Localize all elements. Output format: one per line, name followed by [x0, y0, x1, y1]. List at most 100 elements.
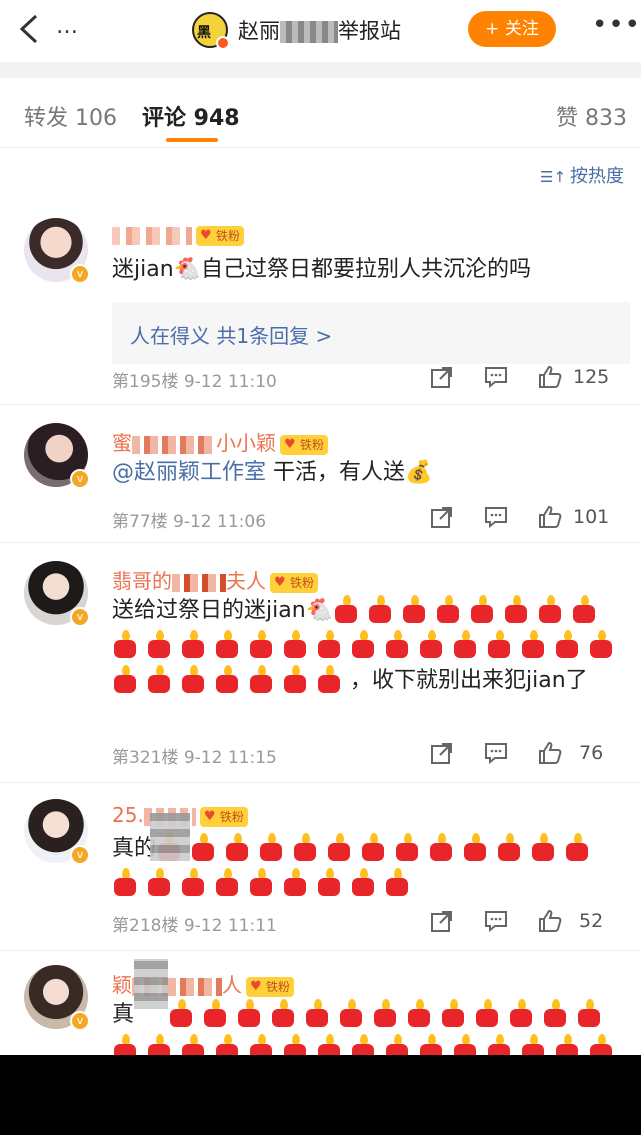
share-icon[interactable] [429, 740, 455, 770]
comment-icon[interactable] [483, 504, 509, 534]
candle-emoji-icon [350, 1034, 376, 1055]
candle-emoji-icon [258, 833, 284, 861]
verified-v-icon: v [70, 1011, 90, 1031]
candle-emoji-icon [146, 1034, 172, 1055]
candle-emoji-icon [554, 630, 580, 658]
comment-text: @赵丽颖工作室 干活，有人送💰 [112, 455, 622, 490]
like-count: 125 [573, 366, 610, 388]
mosaic-censor [134, 959, 168, 1009]
candle-emoji-icon [112, 630, 138, 658]
candle-emoji-icon [503, 595, 529, 623]
reply-summary-link[interactable]: 人在得义 共1条回复 > [112, 302, 630, 364]
candle-emoji-icon [588, 1034, 614, 1055]
like-thumb-icon[interactable] [537, 504, 563, 534]
comment-meta: 第77楼 9-12 11:06 [112, 512, 267, 532]
comment-item: v 翡哥的 夫人铁粉 送给过祭日的迷jian🐔 ，收下就别出来犯jian了 第321… [0, 543, 641, 783]
comment-username[interactable]: 蜜 小小颖铁粉 [112, 427, 329, 456]
candle-emoji-icon [520, 1034, 546, 1055]
letterbox-bottom [0, 1055, 641, 1135]
comment-item: v 颖 人铁粉 真 [0, 951, 641, 1055]
candle-emoji-icon [576, 999, 602, 1027]
candle-emoji-icon [496, 833, 522, 861]
comment-text: 迷jian🐔自己过祭日都要拉别人共沉沦的吗 [112, 257, 532, 282]
candle-emoji-icon [486, 1034, 512, 1055]
avatar[interactable]: v [24, 799, 90, 865]
candle-emoji-icon [112, 1034, 138, 1055]
candle-emoji-icon [554, 1034, 580, 1055]
candle-emoji-icon [180, 665, 206, 693]
candle-emoji-icon [282, 1034, 308, 1055]
username-prefix: 蜜 [112, 431, 132, 455]
more-options-icon[interactable]: ••• [592, 10, 641, 40]
candle-emoji-icon [367, 595, 393, 623]
avatar[interactable]: v [24, 965, 90, 1031]
like-count: 101 [573, 506, 610, 528]
like-count: 52 [579, 910, 604, 932]
follow-button[interactable]: + 关注 [468, 11, 556, 47]
username-prefix: 翡哥的 [112, 569, 172, 593]
like-thumb-icon[interactable] [537, 908, 563, 938]
avatar[interactable]: v [24, 218, 90, 284]
comment-text-end: ，收下就别出来犯jian了 [350, 668, 588, 693]
back-arrow-icon[interactable] [16, 12, 44, 46]
account-name-prefix: 赵丽 [238, 19, 280, 43]
sort-label: 按热度 [570, 166, 625, 187]
comment-meta: 第321楼 9-12 11:15 [112, 748, 277, 768]
candle-emoji-icon [270, 999, 296, 1027]
candle-emoji-icon [190, 833, 216, 861]
share-icon[interactable] [429, 364, 455, 394]
comment-icon[interactable] [483, 364, 509, 394]
candle-emoji-icon [248, 665, 274, 693]
like-thumb-icon[interactable] [537, 740, 563, 770]
candle-emoji-icon [406, 999, 432, 1027]
account-avatar-text: 黑 [197, 25, 211, 41]
candle-emoji-icon [428, 833, 454, 861]
comment-username[interactable]: 翡哥的 夫人铁粉 [112, 565, 319, 594]
candle-emoji-icon [214, 630, 240, 658]
tab-like[interactable]: 赞 833 [556, 100, 627, 132]
candle-emoji-icon [384, 1034, 410, 1055]
comment-item: v 蜜 小小颖铁粉 @赵丽颖工作室 干活，有人送💰 第77楼 9-12 11:06… [0, 405, 641, 543]
candle-emoji-icon [486, 630, 512, 658]
mosaic-censor [280, 21, 338, 43]
sort-by-hot-button[interactable]: ☰↑ 按热度 [540, 162, 624, 188]
fan-badge: 铁粉 [199, 806, 248, 827]
like-thumb-icon[interactable] [537, 364, 563, 394]
candle-emoji-icon [452, 1034, 478, 1055]
candle-emoji-icon [180, 630, 206, 658]
share-icon[interactable] [429, 504, 455, 534]
candle-emoji-icon [440, 999, 466, 1027]
comment-icon[interactable] [483, 908, 509, 938]
candle-emoji-icon [338, 999, 364, 1027]
candle-emoji-icon [304, 999, 330, 1027]
share-icon[interactable] [429, 908, 455, 938]
avatar[interactable]: v [24, 423, 90, 489]
tab-repost[interactable]: 转发 106 [24, 100, 117, 132]
candle-emoji-icon [508, 999, 534, 1027]
avatar[interactable]: v [24, 561, 90, 627]
candle-emoji-icon [112, 868, 138, 896]
more-menu-icon[interactable]: … [56, 14, 79, 39]
mention-link[interactable]: @赵丽颖工作室 [112, 460, 266, 485]
mosaic-censor [150, 813, 190, 861]
tab-comment[interactable]: 评论 948 [142, 100, 240, 132]
candle-emoji-icon [474, 999, 500, 1027]
candle-emoji-icon [435, 595, 461, 623]
comment-username[interactable]: 铁粉 [112, 222, 245, 246]
like-count: 76 [579, 742, 604, 764]
candle-emoji-icon [401, 595, 427, 623]
candle-emoji-icon [202, 999, 228, 1027]
username-prefix: 25. [112, 803, 144, 827]
username-suffix: 夫人 [226, 569, 266, 593]
account-name[interactable]: 赵丽 举报站 [238, 15, 401, 45]
candle-emoji-icon [248, 868, 274, 896]
candle-emoji-icon [248, 630, 274, 658]
comment-actions: 101 [429, 504, 629, 532]
comment-icon[interactable] [483, 740, 509, 770]
mosaic-censor [172, 573, 226, 592]
verified-v-icon: v [70, 845, 90, 865]
account-name-suffix: 举报站 [338, 19, 401, 43]
candle-emoji-icon [462, 833, 488, 861]
mosaic-censor [112, 226, 192, 245]
fan-badge: 铁粉 [246, 976, 295, 997]
